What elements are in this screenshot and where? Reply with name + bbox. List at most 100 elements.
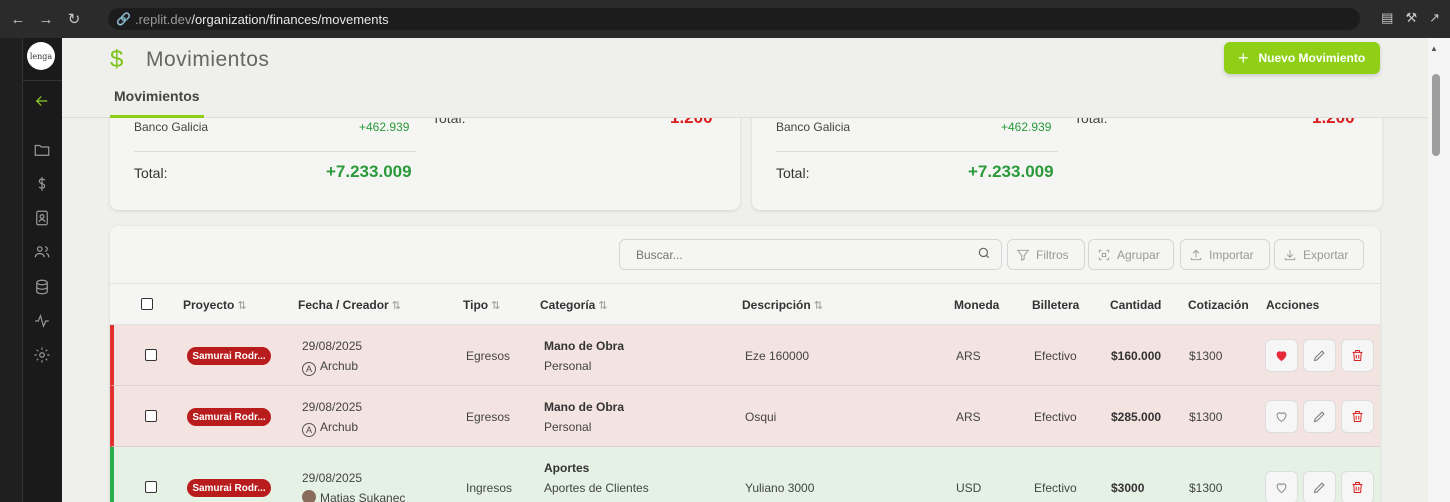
scroll-thumb[interactable] [1432, 74, 1440, 156]
row-date: 29/08/2025 [302, 339, 363, 353]
total-value: +7.233.009 [968, 162, 1054, 181]
group-button[interactable]: Agrupar [1088, 239, 1174, 270]
dollar-icon: $ [110, 46, 124, 73]
heart-icon [1276, 412, 1287, 423]
devices-icon[interactable]: ▤ [1381, 10, 1393, 26]
search-input[interactable] [619, 239, 1002, 270]
col-billetera: Billetera [1032, 298, 1080, 312]
import-label: Importar [1209, 247, 1254, 262]
row-amount: $285.000 [1111, 410, 1162, 424]
reload-icon[interactable]: ↻ [64, 9, 84, 29]
activity-icon[interactable] [31, 310, 53, 332]
tab-movimientos[interactable]: Movimientos [110, 88, 204, 118]
favorite-button[interactable] [1265, 471, 1298, 502]
folder-icon[interactable] [31, 139, 53, 161]
edit-button[interactable] [1303, 400, 1336, 433]
row-currency: ARS [956, 410, 981, 424]
row-date: 29/08/2025 [302, 471, 363, 485]
select-all-checkbox[interactable] [141, 298, 153, 310]
row-creator: A Archub [302, 420, 358, 437]
row-creator: A Archub [302, 359, 358, 376]
delete-button[interactable] [1341, 471, 1374, 502]
link-icon: 🔗 [116, 12, 131, 26]
forward-arrow-icon[interactable]: → [36, 9, 56, 29]
page-header: $ Movimientos + Nuevo Movimiento Movimie… [62, 38, 1428, 118]
group-label: Agrupar [1117, 247, 1160, 262]
project-badge: Samurai Rodr... [187, 347, 271, 365]
row-type: Ingresos [466, 481, 513, 495]
row-description: Osqui [745, 410, 777, 424]
bank-value: +462.939 [359, 120, 410, 134]
creator-avatar-photo [302, 490, 316, 502]
page-title: Movimientos [146, 48, 270, 71]
col-tipo[interactable]: Tipo ⇅ [463, 298, 500, 312]
row-checkbox[interactable] [145, 349, 157, 361]
row-type: Egresos [466, 349, 511, 363]
row-checkbox[interactable] [145, 481, 157, 493]
pencil-icon [1313, 411, 1325, 423]
table-row[interactable]: Samurai Rodr... 29/08/2025 Matias Sukane… [110, 447, 1380, 502]
edit-button[interactable] [1303, 471, 1336, 502]
org-logo[interactable]: lenga [27, 42, 55, 70]
row-checkbox[interactable] [145, 410, 157, 422]
bank-name: Banco Galicia [134, 120, 209, 134]
heart-icon [1276, 351, 1287, 362]
dollar-icon[interactable] [31, 173, 53, 195]
col-fecha[interactable]: Fecha / Creador ⇅ [298, 298, 401, 312]
page-scrollbar[interactable]: ▲ [1428, 38, 1450, 502]
table-row[interactable]: Samurai Rodr... 29/08/2025 A Archub Egres… [110, 386, 1380, 447]
row-currency: ARS [956, 349, 981, 363]
filters-button[interactable]: Filtros [1007, 239, 1085, 270]
app-sidebar: lenga [22, 38, 63, 502]
card-divider [776, 151, 1058, 152]
row-category: Aportes [544, 461, 590, 475]
total-label: Total: [776, 165, 810, 181]
row-amount: $160.000 [1111, 349, 1162, 363]
sort-icon: ⇅ [491, 300, 501, 312]
import-button[interactable]: Importar [1180, 239, 1270, 270]
row-creator: Matias Sukanec [302, 490, 405, 502]
row-wallet: Efectivo [1034, 481, 1077, 495]
arrow-left-icon[interactable] [31, 90, 53, 112]
col-cotizacion: Cotización [1188, 298, 1249, 312]
database-icon[interactable] [31, 276, 53, 298]
search-icon [977, 246, 991, 265]
bank-name: Banco Galicia [776, 120, 851, 134]
users-icon[interactable] [31, 241, 53, 263]
col-proyecto[interactable]: Proyecto ⇅ [183, 298, 247, 312]
filter-icon [1016, 249, 1030, 261]
creator-avatar: A [302, 362, 316, 376]
row-rate: $1300 [1189, 410, 1223, 424]
table-header: Proyecto ⇅ Fecha / Creador ⇅ Tipo ⇅ Categor… [110, 284, 1380, 325]
favorite-button[interactable] [1265, 339, 1298, 372]
scroll-up-icon[interactable]: ▲ [1430, 44, 1438, 53]
new-movement-button[interactable]: + Nuevo Movimiento [1224, 42, 1380, 74]
sort-icon: ⇅ [237, 300, 247, 312]
new-movement-label: Nuevo Movimiento [1258, 51, 1366, 65]
address-bar[interactable]: 🔗 .replit.dev/organization/finances/move… [108, 8, 1360, 30]
creator-avatar: A [302, 423, 316, 437]
contact-card-icon[interactable] [31, 207, 53, 229]
favorite-button[interactable] [1265, 400, 1298, 433]
edit-button[interactable] [1303, 339, 1336, 372]
upload-icon [1190, 249, 1202, 260]
row-currency: USD [956, 481, 982, 495]
col-descripcion[interactable]: Descripción ⇅ [742, 298, 823, 312]
table-row[interactable]: Samurai Rodr... 29/08/2025 A Archub Egres… [110, 325, 1380, 386]
trash-icon [1352, 350, 1363, 361]
url-path: /organization/finances/movements [191, 11, 389, 27]
row-rate: $1300 [1189, 349, 1223, 363]
wrench-icon[interactable]: ⚒ [1405, 10, 1417, 26]
total-value: +7.233.009 [326, 162, 412, 181]
row-category: Mano de Obra [544, 339, 625, 353]
main-content: Total: 1.200 Banco Galicia +462.939 Tota… [62, 38, 1428, 502]
col-categoria[interactable]: Categoría ⇅ [540, 298, 608, 312]
delete-button[interactable] [1341, 339, 1374, 372]
delete-button[interactable] [1341, 400, 1374, 433]
back-arrow-icon[interactable]: ← [8, 9, 28, 29]
settings-icon[interactable] [31, 344, 53, 366]
row-amount: $3000 [1111, 481, 1145, 495]
table-toolbar: Filtros Agrupar Importar Exportar [110, 226, 1380, 284]
open-external-icon[interactable]: ↗ [1429, 10, 1440, 26]
export-button[interactable]: Exportar [1274, 239, 1364, 270]
